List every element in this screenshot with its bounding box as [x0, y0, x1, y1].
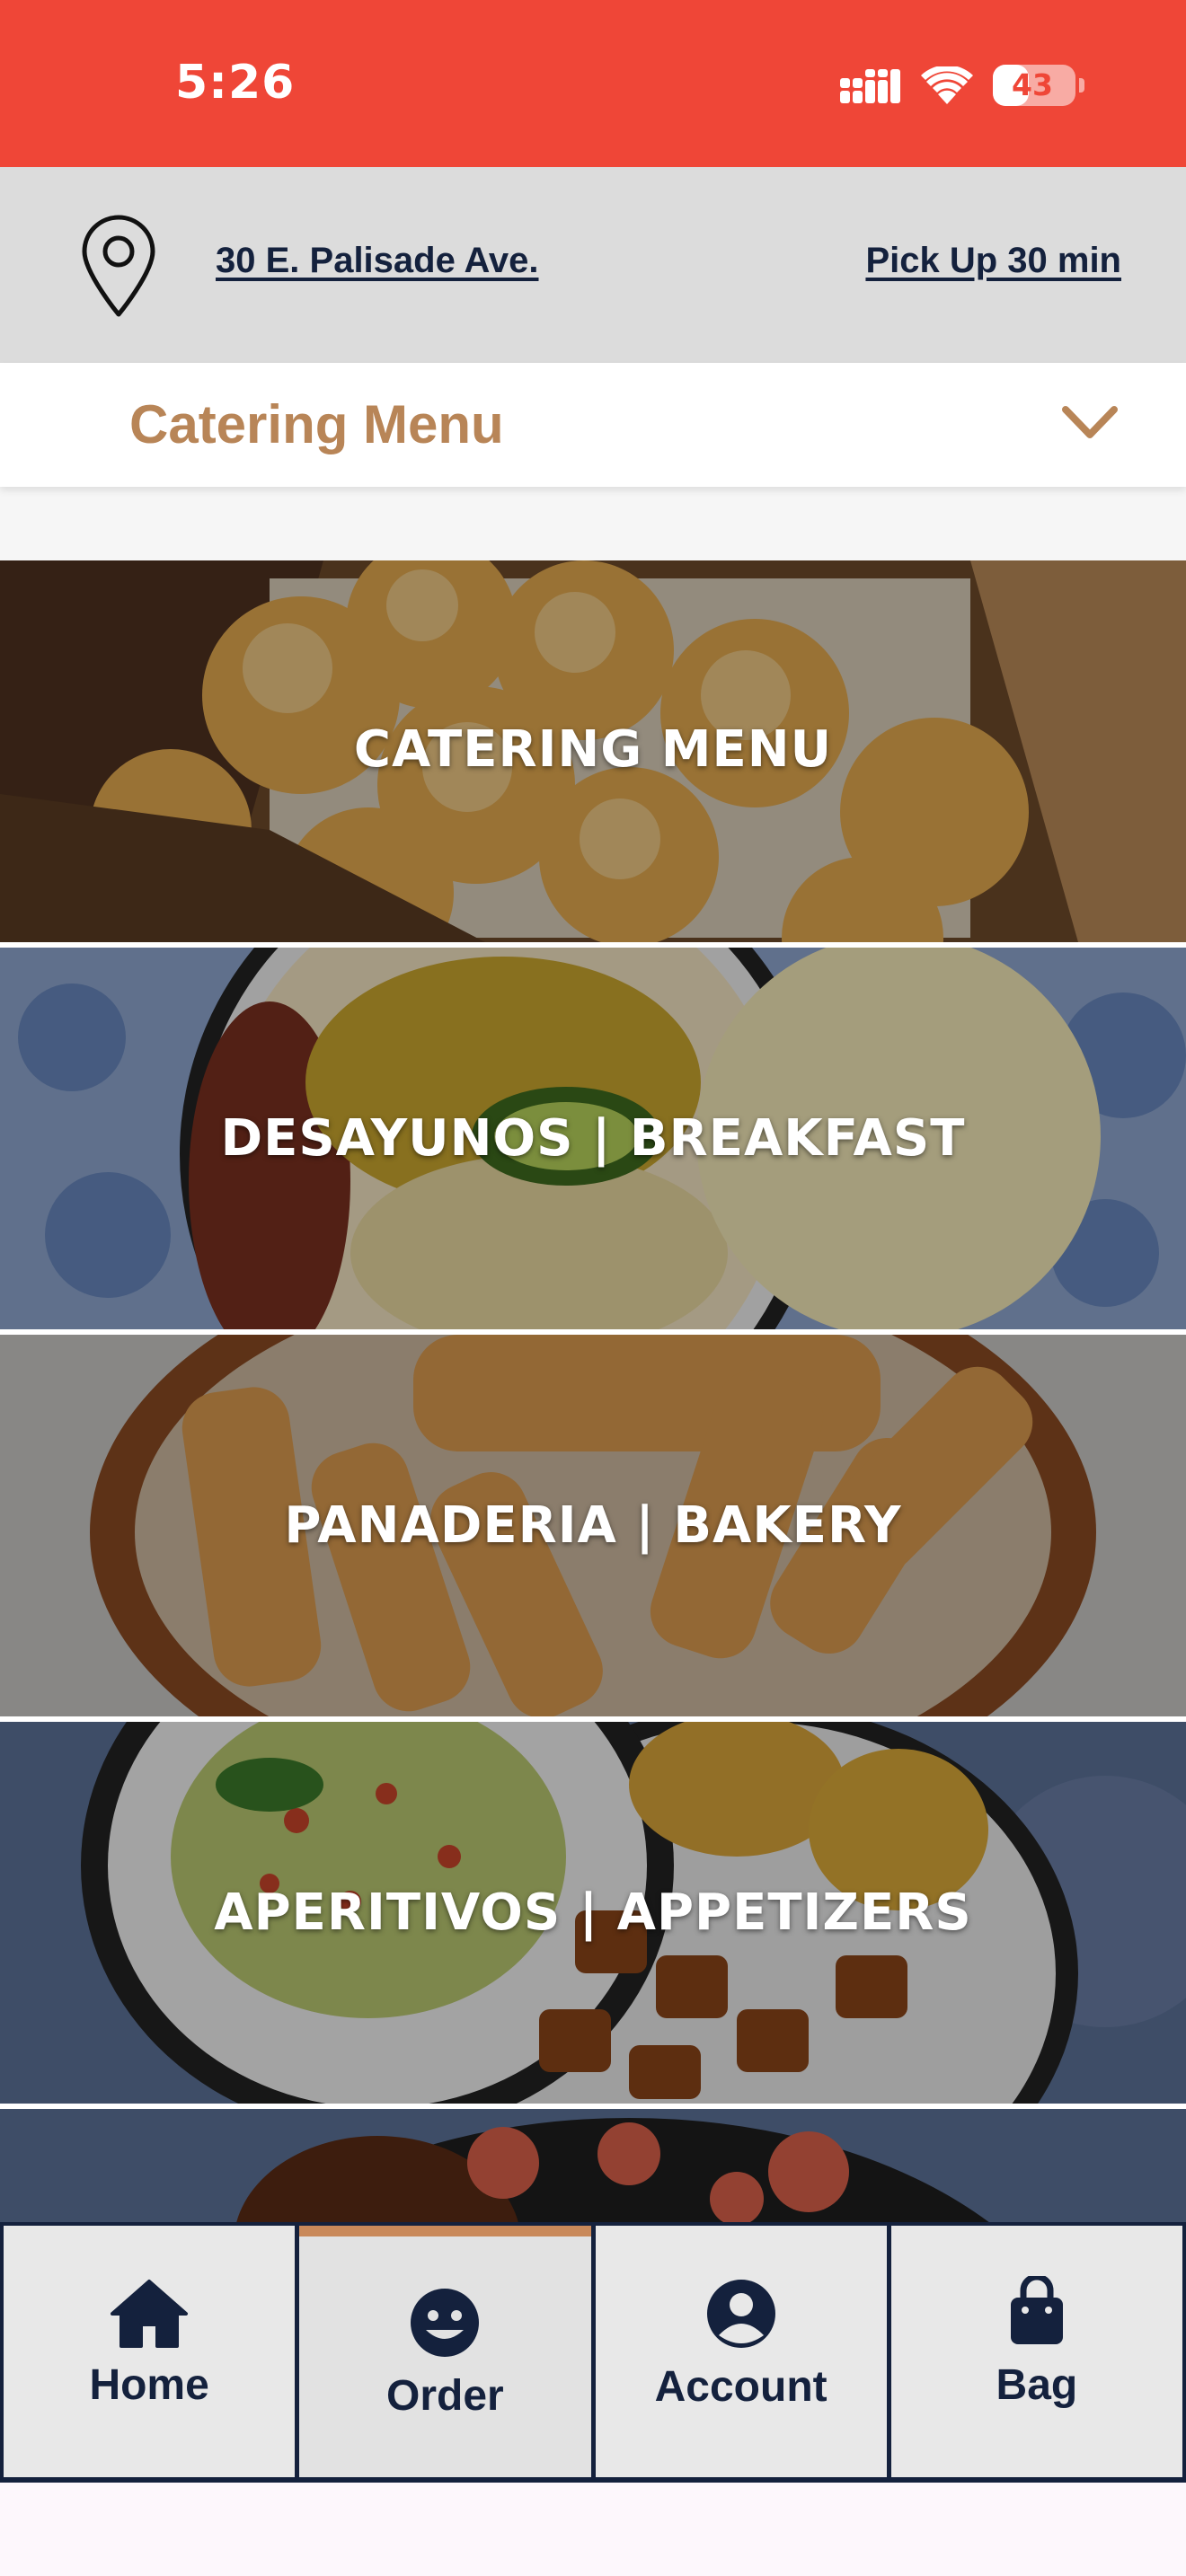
category-card-breakfast[interactable]: DESAYUNOS | BREAKFAST	[0, 948, 1186, 1329]
pickup-time-link[interactable]: Pick Up 30 min	[865, 241, 1121, 281]
smiley-icon	[411, 2289, 480, 2357]
tab-order-label: Order	[386, 2372, 504, 2420]
tab-account-label: Account	[654, 2363, 828, 2411]
category-card-catering[interactable]: CATERING MENU	[0, 560, 1186, 942]
category-list[interactable]: CATERING MENU DESAYUNOS | BREAKFAST PANA…	[0, 560, 1186, 2222]
wifi-icon	[921, 66, 973, 104]
tab-home[interactable]: Home	[4, 2226, 296, 2477]
menu-selector-label: Catering Menu	[129, 394, 504, 454]
chevron-down-icon[interactable]	[1060, 401, 1120, 446]
tab-account[interactable]: Account	[595, 2226, 887, 2477]
tab-bag-label: Bag	[996, 2361, 1078, 2409]
category-label: DESAYUNOS | BREAKFAST	[220, 1109, 966, 1168]
category-label: APERITIVOS | APPETIZERS	[214, 1883, 972, 1942]
status-time: 5:26	[175, 56, 296, 110]
home-indicator-area	[0, 2483, 1186, 2576]
battery-percent: 43	[1012, 67, 1053, 102]
category-label: PANADERIA | BAKERY	[284, 1496, 902, 1555]
content-spacer	[0, 487, 1186, 560]
location-pin-icon	[82, 215, 155, 317]
category-card-more[interactable]	[0, 2109, 1186, 2222]
card-overlay	[0, 2109, 1186, 2222]
category-card-appetizers[interactable]: APERITIVOS | APPETIZERS	[0, 1722, 1186, 2104]
battery-icon: 43	[993, 65, 1084, 106]
location-bar: 30 E. Palisade Ave. Pick Up 30 min	[0, 167, 1186, 363]
status-bar: 5:26 43	[0, 0, 1186, 167]
tab-order[interactable]: Order	[299, 2226, 591, 2477]
account-icon	[706, 2280, 775, 2348]
status-icons: 43	[840, 63, 1084, 108]
battery-cap	[1079, 78, 1084, 93]
category-card-bakery[interactable]: PANADERIA | BAKERY	[0, 1335, 1186, 1716]
cellular-signal-icon	[840, 69, 900, 103]
category-label: CATERING MENU	[353, 720, 833, 779]
tab-bar: Home Order Account Bag	[0, 2222, 1186, 2483]
tab-bag[interactable]: Bag	[890, 2226, 1182, 2477]
store-address-link[interactable]: 30 E. Palisade Ave.	[216, 241, 538, 281]
tab-home-label: Home	[89, 2361, 209, 2409]
menu-selector-dropdown[interactable]: Catering Menu	[0, 363, 1186, 487]
bag-icon	[1010, 2276, 1063, 2344]
home-icon	[111, 2280, 189, 2348]
